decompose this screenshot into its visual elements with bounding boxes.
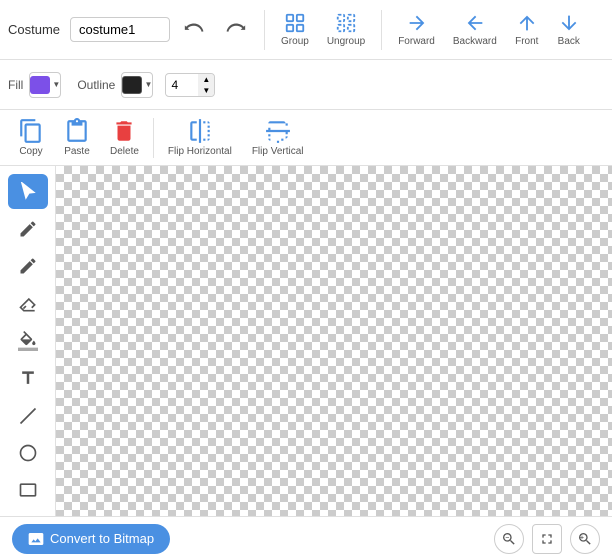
group-button[interactable]: Group [275, 8, 315, 51]
zoom-in-button[interactable] [570, 524, 600, 554]
circle-icon [18, 443, 38, 463]
flip-horizontal-button[interactable]: Flip Horizontal [158, 114, 242, 161]
forward-label: Forward [398, 36, 435, 47]
convert-to-bitmap-button[interactable]: Convert to Bitmap [12, 524, 170, 554]
bottom-bar: Convert to Bitmap [0, 516, 612, 560]
group-icon [284, 12, 306, 34]
back-label: Back [558, 36, 580, 47]
eraser-tool-button[interactable] [8, 286, 48, 321]
backward-button[interactable]: Backward [447, 8, 503, 51]
select-tool-button[interactable] [8, 174, 48, 209]
flip-horizontal-label: Flip Horizontal [168, 146, 232, 157]
zoom-out-button[interactable] [494, 524, 524, 554]
fill-dropdown-arrow: ▼ [52, 80, 60, 89]
left-toolbar [0, 166, 56, 516]
spin-down-button[interactable]: ▼ [198, 85, 214, 96]
copy-icon-wrapper [18, 118, 44, 144]
canvas-area[interactable] [56, 166, 612, 516]
flip-vertical-icon-wrapper [265, 118, 291, 144]
flip-horizontal-icon-wrapper [187, 118, 213, 144]
paste-icon [64, 118, 90, 144]
outline-label: Outline [77, 78, 115, 92]
redo-button[interactable] [218, 14, 254, 46]
fill-bucket-icon [18, 331, 38, 351]
main-area [0, 166, 612, 516]
text-icon [18, 368, 38, 388]
back-button[interactable]: Back [551, 8, 587, 51]
undo-icon [183, 18, 205, 40]
top-bar: Costume Group Ungroup [0, 0, 612, 60]
delete-icon-wrapper [111, 118, 137, 144]
copy-button[interactable]: Copy [8, 114, 54, 161]
delete-label: Delete [110, 146, 139, 157]
text-tool-button[interactable] [8, 361, 48, 396]
paste-button[interactable]: Paste [54, 114, 100, 161]
pencil-tool-button[interactable] [8, 249, 48, 284]
redo-icon [225, 18, 247, 40]
front-button[interactable]: Front [509, 8, 545, 51]
convert-label: Convert to Bitmap [50, 531, 154, 546]
fill-color-inner [30, 76, 50, 94]
eraser-icon [18, 294, 38, 314]
outline-color-swatch[interactable]: ▼ [121, 72, 153, 98]
spin-buttons: ▲ ▼ [198, 74, 214, 96]
backward-label: Backward [453, 36, 497, 47]
outline-color-inner [122, 76, 142, 94]
zoom-reset-icon [539, 531, 555, 547]
flip-vertical-label: Flip Vertical [252, 146, 304, 157]
paste-label: Paste [64, 146, 90, 157]
undo-button[interactable] [176, 14, 212, 46]
rect-tool-button[interactable] [8, 473, 48, 508]
group-label: Group [281, 36, 309, 47]
front-icon [516, 12, 538, 34]
second-bar: Fill ▼ Outline ▼ ▲ ▼ [0, 60, 612, 110]
outline-dropdown-arrow: ▼ [144, 80, 152, 89]
zoom-out-icon [501, 531, 517, 547]
flip-vertical-button[interactable]: Flip Vertical [242, 114, 314, 161]
line-tool-button[interactable] [8, 398, 48, 433]
front-label: Front [515, 36, 538, 47]
forward-button[interactable]: Forward [392, 8, 441, 51]
outline-size-input-wrapper: ▲ ▼ [165, 73, 215, 97]
costume-name-input[interactable] [70, 17, 170, 42]
fill-section: Fill ▼ [8, 72, 61, 98]
outline-section: Outline ▼ [77, 72, 153, 98]
ungroup-icon [335, 12, 357, 34]
reshape-icon [18, 219, 38, 239]
delete-icon [111, 118, 137, 144]
fill-color-swatch[interactable]: ▼ [29, 72, 61, 98]
zoom-reset-button[interactable] [532, 524, 562, 554]
action-bar: Copy Paste Delete Flip Horizontal [0, 110, 612, 166]
reshape-tool-button[interactable] [8, 211, 48, 246]
zoom-controls [494, 524, 600, 554]
fill-label: Fill [8, 78, 23, 92]
separator-1 [264, 10, 265, 50]
forward-icon [406, 12, 428, 34]
delete-button[interactable]: Delete [100, 114, 149, 161]
rect-icon [18, 480, 38, 500]
ungroup-label: Ungroup [327, 36, 365, 47]
backward-icon [464, 12, 486, 34]
pencil-icon [18, 256, 38, 276]
fill-tool-button[interactable] [8, 323, 48, 358]
copy-icon [18, 118, 44, 144]
flip-horizontal-icon [187, 118, 213, 144]
line-icon [18, 406, 38, 426]
zoom-in-icon [577, 531, 593, 547]
select-icon [18, 182, 38, 202]
circle-tool-button[interactable] [8, 435, 48, 470]
copy-label: Copy [19, 146, 42, 157]
back-icon [558, 12, 580, 34]
convert-icon [28, 531, 44, 547]
paste-icon-wrapper [64, 118, 90, 144]
outline-size-input[interactable] [166, 75, 198, 95]
costume-label: Costume [8, 22, 60, 37]
flip-vertical-icon [265, 118, 291, 144]
separator-3 [153, 118, 154, 158]
ungroup-button[interactable]: Ungroup [321, 8, 371, 51]
spin-up-button[interactable]: ▲ [198, 74, 214, 85]
separator-2 [381, 10, 382, 50]
